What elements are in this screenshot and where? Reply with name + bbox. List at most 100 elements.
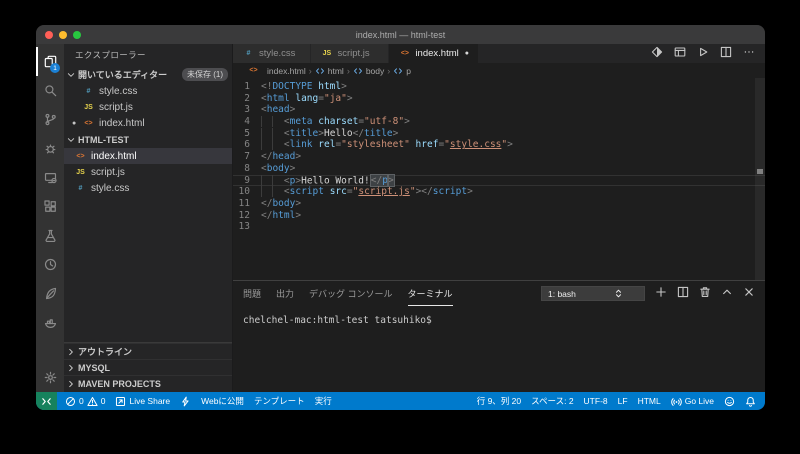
open-editor-item[interactable]: #style.css	[64, 83, 232, 99]
dirty-indicator[interactable]: ●	[465, 50, 469, 57]
breadcrumb-html[interactable]: html	[315, 66, 344, 76]
breadcrumb-body[interactable]: body	[353, 66, 384, 76]
code-line-5[interactable]: 5 <title>Hello</title>	[233, 128, 765, 140]
tab-script.js[interactable]: JSscript.js	[311, 44, 389, 63]
kill-terminal-button[interactable]	[699, 285, 711, 303]
tree-item-index.html[interactable]: <>index.html	[64, 148, 232, 164]
activity-bar-docker[interactable]	[36, 308, 64, 337]
chevron-down-icon	[66, 70, 76, 80]
code-line-8[interactable]: 8<body>	[233, 163, 765, 175]
scrollbar-cursor-marker	[757, 169, 763, 174]
open-editor-item[interactable]: JSscript.js	[64, 99, 232, 115]
tree-item-style.css[interactable]: #style.css	[64, 180, 232, 196]
activity-bar-live-share[interactable]	[36, 279, 64, 308]
sidebar-title: エクスプローラー	[64, 44, 232, 66]
matching-tag-highlight: </p	[371, 175, 388, 186]
status-problems[interactable]: 00	[60, 392, 110, 410]
close-window-button[interactable]	[45, 31, 53, 39]
status-right: 行 9、列 20スペース: 2UTF-8LFHTMLGo Live	[472, 392, 765, 410]
activity-bar-testing[interactable]	[36, 221, 64, 250]
sidebar-section-アウトライン[interactable]: アウトライン	[64, 343, 232, 359]
status-feedback[interactable]	[719, 392, 740, 410]
status-remote[interactable]	[36, 392, 57, 410]
minimize-window-button[interactable]	[59, 31, 67, 39]
panel-header: 問題出力デバッグ コンソールターミナル 1: bash	[233, 281, 765, 306]
code-line-1[interactable]: 1<!DOCTYPE html>	[233, 81, 765, 93]
activity-bar-history[interactable]	[36, 250, 64, 279]
panel-tab-出力[interactable]: 出力	[276, 281, 294, 306]
status-template[interactable]: テンプレート	[249, 392, 310, 410]
breadcrumb-index.html[interactable]: <>index.html	[247, 66, 306, 76]
breadcrumb-separator: ›	[309, 66, 312, 76]
close-panel-button[interactable]	[743, 285, 755, 303]
status-flash[interactable]	[175, 392, 196, 410]
dirty-indicator: ●	[72, 120, 82, 127]
split-editor-button[interactable]	[720, 45, 732, 63]
gear-icon	[44, 371, 57, 384]
status-eol[interactable]: LF	[613, 392, 633, 410]
status-indentation[interactable]: スペース: 2	[526, 392, 578, 410]
activity-bar-explorer[interactable]: 1	[36, 47, 64, 76]
status-language-mode[interactable]: HTML	[633, 392, 666, 410]
panel-tab-デバッグ コンソール[interactable]: デバッグ コンソール	[309, 281, 393, 306]
panel-tab-ターミナル[interactable]: ターミナル	[408, 281, 453, 306]
editor-scrollbar[interactable]	[755, 78, 765, 280]
status-notifications[interactable]	[740, 392, 761, 410]
open-editors-header[interactable]: 開いているエディター未保存 (1)	[64, 66, 232, 83]
status-cursor-position[interactable]: 行 9、列 20	[472, 392, 526, 410]
code-line-7[interactable]: 7</head>	[233, 151, 765, 163]
tree-item-script.js[interactable]: JSscript.js	[64, 164, 232, 180]
activity-bar-extensions[interactable]	[36, 192, 64, 221]
status-live-share[interactable]: Live Share	[110, 392, 175, 410]
code-line-10[interactable]: 10 <script src="script.js"></script>	[233, 186, 765, 198]
code-line-6[interactable]: 6 <link rel="stylesheet" href="style.css…	[233, 139, 765, 151]
maximize-panel-button[interactable]	[721, 285, 733, 303]
search-icon	[44, 84, 57, 97]
status-left: 00Live Share Webに公開テンプレート実行	[36, 392, 337, 410]
code-editor[interactable]: 1<!DOCTYPE html>2<html lang="ja">3<head>…	[233, 78, 765, 280]
code-line-11[interactable]: 11</body>	[233, 198, 765, 210]
zoom-window-button[interactable]	[73, 31, 81, 39]
activity-bar-source-control[interactable]	[36, 105, 64, 134]
status-publish-web[interactable]: Webに公開	[196, 392, 249, 410]
sidebar-section-MAVEN PROJECTS[interactable]: MAVEN PROJECTS	[64, 375, 232, 391]
tab-index.html[interactable]: <>index.html●	[389, 44, 479, 63]
split-terminal-button[interactable]	[677, 285, 689, 303]
extensions-icon	[44, 200, 57, 213]
tabs: #style.cssJSscript.js<>index.html●	[233, 44, 479, 63]
code-line-13[interactable]: 13	[233, 221, 765, 233]
code-lines: 1<!DOCTYPE html>2<html lang="ja">3<head>…	[233, 81, 765, 233]
terminal-select[interactable]: 1: bash	[541, 286, 645, 301]
status-run-task[interactable]: 実行	[310, 392, 337, 410]
format-button[interactable]	[651, 45, 663, 63]
code-line-2[interactable]: 2<html lang="ja">	[233, 93, 765, 105]
code-line-3[interactable]: 3<head>	[233, 104, 765, 116]
code-line-4[interactable]: 4 <meta charset="utf-8">	[233, 116, 765, 128]
activity-bar-run-debug[interactable]	[36, 134, 64, 163]
line-number: 5	[233, 128, 261, 140]
open-preview-button[interactable]	[674, 45, 686, 63]
activity-bar: 1	[36, 44, 64, 392]
tab-style.css[interactable]: #style.css	[233, 44, 311, 63]
breadcrumb-separator: ›	[387, 66, 390, 76]
activity-bar-remote-explorer[interactable]	[36, 163, 64, 192]
line-number: 8	[233, 163, 261, 175]
bug-icon	[44, 142, 57, 155]
sidebar-section-MYSQL[interactable]: MYSQL	[64, 359, 232, 375]
activity-bar-search[interactable]	[36, 76, 64, 105]
line-number: 3	[233, 104, 261, 116]
run-button[interactable]	[697, 45, 709, 63]
status-go-live[interactable]: Go Live	[666, 392, 719, 410]
breadcrumb-p[interactable]: p	[393, 66, 411, 76]
code-line-9[interactable]: 9 <p>Hello World!</p>	[233, 175, 765, 187]
code-line-12[interactable]: 12</html>	[233, 210, 765, 222]
workspace-header[interactable]: HTML-TEST	[64, 131, 232, 148]
open-editor-item[interactable]: ●<>index.html	[64, 115, 232, 131]
status-encoding[interactable]: UTF-8	[579, 392, 613, 410]
activity-bar-settings[interactable]	[36, 363, 64, 392]
window-controls	[45, 31, 81, 39]
more-actions-button[interactable]	[743, 45, 755, 63]
panel-tab-問題[interactable]: 問題	[243, 281, 261, 306]
terminal[interactable]: chelchel-mac:html-test tatsuhiko$	[233, 306, 765, 326]
new-terminal-button[interactable]	[655, 285, 667, 303]
